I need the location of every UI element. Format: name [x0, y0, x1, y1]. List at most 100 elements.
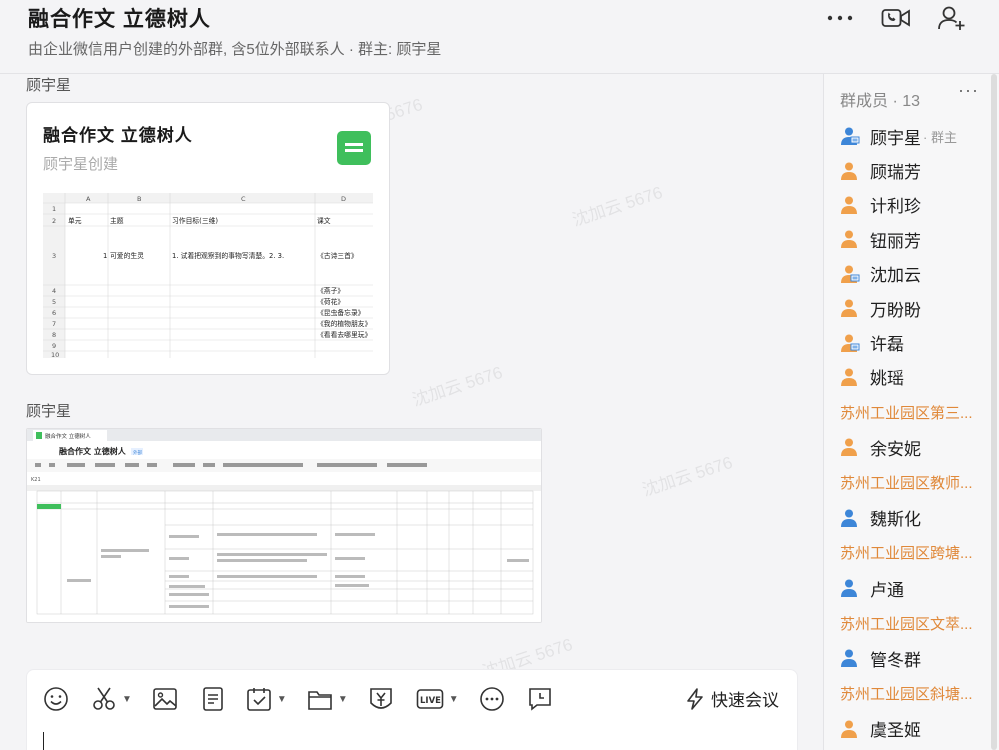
chevron-down-icon[interactable]: ▼: [277, 694, 287, 705]
image-icon[interactable]: [152, 684, 178, 714]
chevron-down-icon[interactable]: ▼: [122, 694, 132, 705]
row-number: 4: [52, 287, 56, 295]
member-item[interactable]: 万盼盼: [824, 291, 999, 325]
member-group-label: 苏州工业园区跨塘...: [824, 535, 994, 571]
member-item[interactable]: 顾瑞芳: [824, 153, 999, 187]
col-letter: B: [137, 195, 141, 203]
chevron-down-icon[interactable]: ▼: [449, 694, 459, 705]
avatar: [840, 648, 860, 668]
avatar: [840, 298, 860, 318]
add-member-icon[interactable]: [935, 4, 969, 32]
row-number: 6: [52, 309, 56, 317]
member-name: 顾宇星: [870, 128, 921, 148]
member-item[interactable]: 许磊: [824, 325, 999, 359]
member-item[interactable]: 余安妮: [824, 430, 999, 464]
member-group-label: 苏州工业园区斜塘...: [824, 676, 994, 712]
document-card[interactable]: 融合作文 立德树人 顾宇星创建 A B C D 1 2 3 4 5 6 7 8 …: [26, 102, 390, 375]
member-item[interactable]: 计利珍: [824, 188, 999, 222]
col-letter: A: [86, 195, 91, 203]
document-icon[interactable]: [200, 684, 226, 714]
sheet-header: 主题: [110, 216, 124, 225]
member-item[interactable]: 虞圣姬: [824, 712, 999, 746]
member-panel: 群成员 · 13 ··· 顾宇星 · 群主 顾瑞芳计利珍钮丽芳沈加云万盼盼 许磊 姚瑶苏…: [823, 74, 999, 750]
member-item[interactable]: 顾宇星 · 群主: [824, 119, 999, 153]
lightning-icon: [687, 687, 703, 710]
live-icon[interactable]: LIVE ▼: [416, 684, 459, 714]
group-name: 苏州工业园区跨塘...: [840, 545, 973, 563]
row-number: 7: [52, 320, 56, 328]
more-icon[interactable]: [823, 4, 857, 32]
quick-meeting-label: 快速会议: [711, 691, 779, 710]
row-number: 9: [52, 342, 56, 350]
member-name: 魏斯化: [870, 510, 921, 530]
schedule-icon[interactable]: ▼: [246, 684, 287, 714]
sheet-cell: 《燕子》: [317, 286, 344, 295]
col-letter: C: [241, 195, 246, 203]
history-icon[interactable]: [527, 684, 553, 714]
member-name: 计利珍: [870, 197, 921, 217]
avatar: [840, 578, 860, 598]
sheet-cell: 《我的植物朋友》: [317, 319, 371, 328]
sheet-cell: 《古诗三首》: [317, 251, 358, 260]
sheet-cell: 《昆虫备忘录》: [317, 308, 365, 317]
spreadsheet-preview: A B C D 1 2 3 4 5 6 7 8 9 10 单元 主题 习作目标(…: [43, 193, 373, 358]
row-number: 8: [52, 331, 56, 339]
member-item[interactable]: 管冬群: [824, 641, 999, 675]
avatar: [840, 161, 860, 181]
group-name: 苏州工业园区斜塘...: [840, 686, 973, 704]
screenshot-image[interactable]: 融合作文 立德树人 融合作文 立德树人 外部 K21: [26, 428, 542, 623]
sheet-header: 单元: [68, 216, 82, 225]
row-number: 5: [52, 298, 56, 306]
red-packet-icon[interactable]: [368, 684, 394, 714]
avatar: [840, 333, 860, 353]
member-item[interactable]: 沈加云: [824, 257, 999, 291]
member-group-label: 苏州工业园区文萃...: [824, 605, 994, 641]
member-count: 群成员 · 13: [840, 93, 921, 110]
row-number: 10: [51, 351, 59, 358]
spreadsheet-icon: [337, 131, 371, 165]
chevron-down-icon[interactable]: ▼: [338, 694, 348, 705]
more-icon[interactable]: ···: [958, 80, 979, 101]
member-list: 顾宇星 · 群主 顾瑞芳计利珍钮丽芳沈加云万盼盼 许磊 姚瑶苏州工业园区第三... 余安妮…: [824, 119, 999, 746]
member-item[interactable]: 姚瑶: [824, 360, 999, 394]
screenshot-tab-label: 融合作文 立德树人: [45, 432, 91, 440]
quick-meeting-button[interactable]: 快速会议: [685, 686, 779, 711]
message-composer[interactable]: ▼ ▼ ▼ LIVE ▼ 快速会议: [26, 669, 798, 750]
sheet-cell: 《看看去哪里玩》: [317, 330, 371, 339]
sheet-cell: 1. 试着把观察到的事物写清楚。2. 3.: [172, 251, 284, 260]
document-creator: 顾宇星创建: [43, 156, 119, 173]
member-group-label: 苏州工业园区教师...: [824, 465, 994, 501]
more-circle-icon[interactable]: [479, 684, 505, 714]
message-area[interactable]: 沈加云 5676 沈加云 5676 沈加云 5676 沈加云 5676 沈加云 …: [0, 74, 823, 750]
scrollbar[interactable]: [991, 74, 997, 750]
screenshot-preview: 融合作文 立德树人 融合作文 立德树人 外部 K21: [27, 429, 541, 622]
avatar: [840, 437, 860, 457]
message-sender: 顾宇星: [26, 77, 72, 94]
row-number: 3: [52, 252, 56, 260]
document-title: 融合作文 立德树人: [43, 126, 193, 145]
member-item[interactable]: 卢通: [824, 571, 999, 605]
sheet-cell: 1: [103, 252, 107, 260]
avatar: [840, 367, 860, 387]
screenshot-icon[interactable]: ▼: [91, 684, 132, 714]
member-name: 沈加云: [870, 266, 921, 286]
screenshot-tag: 外部: [133, 449, 142, 456]
member-item[interactable]: 钮丽芳: [824, 222, 999, 256]
folder-icon[interactable]: ▼: [307, 684, 348, 714]
avatar: [840, 264, 860, 284]
avatar: [840, 719, 860, 739]
chat-subtitle: 由企业微信用户创建的外部群, 含5位外部联系人 · 群主: 顾宇星: [28, 41, 442, 58]
row-number: 2: [52, 217, 56, 225]
svg-text:LIVE: LIVE: [420, 696, 441, 706]
member-item[interactable]: 魏斯化: [824, 501, 999, 535]
message-sender: 顾宇星: [26, 403, 72, 420]
avatar: [840, 229, 860, 249]
text-cursor: [43, 732, 44, 750]
video-call-icon[interactable]: [879, 4, 913, 32]
member-name: 管冬群: [870, 650, 921, 670]
member-name: 钮丽芳: [870, 231, 921, 251]
emoji-icon[interactable]: [43, 684, 69, 714]
group-name: 苏州工业园区第三...: [840, 404, 973, 422]
col-letter: D: [341, 195, 346, 203]
chat-title: 融合作文 立德树人: [28, 8, 211, 31]
